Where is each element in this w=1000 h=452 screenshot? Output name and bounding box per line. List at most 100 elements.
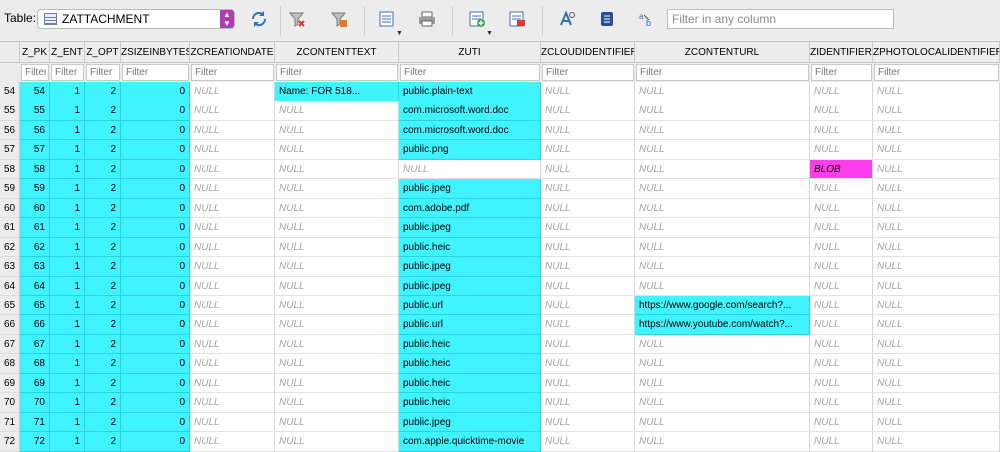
table-cell[interactable]: public.jpeg <box>399 179 541 199</box>
table-cell[interactable]: 56 <box>20 120 50 141</box>
table-cell[interactable]: NULL <box>810 393 873 413</box>
table-cell[interactable]: NULL <box>275 295 399 316</box>
table-cell[interactable]: NULL <box>275 393 399 413</box>
table-row[interactable]: 66 66 1 2 0 NULL NULL public.url NULL https://www… <box>0 315 1000 335</box>
table-cell[interactable]: public.jpeg <box>399 276 541 296</box>
row-number[interactable]: 54 <box>0 82 20 102</box>
column-filter-input[interactable] <box>874 64 999 81</box>
table-cell[interactable]: NULL <box>190 179 275 199</box>
row-number[interactable]: 68 <box>0 354 20 374</box>
table-cell[interactable]: 58 <box>20 159 50 180</box>
table-cell[interactable]: NULL <box>275 218 399 238</box>
table-cell[interactable]: NULL <box>635 140 810 160</box>
table-cell[interactable]: NULL <box>275 257 399 277</box>
table-row[interactable]: 61 61 1 2 0 NULL NULL public.jpeg NULL NULL NULL NU… <box>0 218 1000 238</box>
table-cell[interactable]: NULL <box>190 257 275 277</box>
table-cell[interactable]: 59 <box>20 179 50 199</box>
column-filter-input[interactable] <box>51 64 84 81</box>
table-cell[interactable]: NULL <box>541 179 635 199</box>
table-cell[interactable]: NULL <box>635 218 810 238</box>
table-cell[interactable]: NULL <box>190 237 275 258</box>
table-cell[interactable]: com.adobe.pdf <box>399 198 541 219</box>
column-header-z-ent[interactable]: Z_ENT <box>50 42 85 63</box>
table-cell[interactable]: NULL <box>635 276 810 296</box>
table-cell[interactable]: NULL <box>190 334 275 355</box>
table-cell[interactable]: NULL <box>635 101 810 121</box>
column-header-zcontenturl[interactable]: ZCONTENTURL <box>635 42 810 63</box>
column-header-zsizeinbytes[interactable]: ZSIZEINBYTES <box>121 42 190 63</box>
row-number[interactable]: 57 <box>0 140 20 160</box>
table-cell[interactable]: NULL <box>873 276 1000 296</box>
insert-record-icon[interactable] <box>464 8 490 30</box>
table-cell[interactable]: NULL <box>190 120 275 141</box>
column-filter-input[interactable] <box>636 64 809 81</box>
table-cell[interactable]: 2 <box>85 120 121 141</box>
table-cell[interactable]: NULL <box>810 198 873 219</box>
table-cell[interactable]: 60 <box>20 198 50 219</box>
table-cell[interactable]: NULL <box>635 120 810 141</box>
table-cell[interactable]: public.jpeg <box>399 257 541 277</box>
table-cell[interactable]: NULL <box>541 393 635 413</box>
table-cell[interactable]: NULL <box>873 218 1000 238</box>
table-cell[interactable]: public.jpeg <box>399 412 541 433</box>
table-cell[interactable]: NULL <box>190 276 275 296</box>
table-cell[interactable]: NULL <box>635 198 810 219</box>
table-cell[interactable]: NULL <box>275 354 399 374</box>
table-cell[interactable]: NULL <box>810 179 873 199</box>
table-row[interactable]: 57 57 1 2 0 NULL NULL public.png NULL NULL NULL NUL… <box>0 140 1000 160</box>
table-cell[interactable]: 2 <box>85 257 121 277</box>
table-cell[interactable]: NULL <box>275 276 399 296</box>
table-cell[interactable]: NULL <box>873 432 1000 452</box>
table-cell[interactable]: 0 <box>121 412 190 433</box>
table-cell[interactable]: 1 <box>50 82 85 102</box>
table-row[interactable]: 71 71 1 2 0 NULL NULL public.jpeg NULL NULL NULL NU… <box>0 412 1000 433</box>
table-cell[interactable]: 1 <box>50 237 85 258</box>
table-cell[interactable]: 0 <box>121 432 190 452</box>
table-cell[interactable]: NULL <box>275 120 399 141</box>
column-filter-input[interactable] <box>191 64 274 81</box>
table-cell[interactable]: 0 <box>121 315 190 335</box>
table-cell[interactable]: NULL <box>810 432 873 452</box>
table-cell[interactable]: NULL <box>635 412 810 433</box>
table-cell[interactable]: 0 <box>121 198 190 219</box>
table-cell[interactable]: NULL <box>541 198 635 219</box>
table-cell[interactable]: 0 <box>121 334 190 355</box>
table-cell[interactable]: public.url <box>399 295 541 316</box>
table-cell[interactable]: NULL <box>635 373 810 394</box>
global-filter-input[interactable] <box>667 9 894 29</box>
table-cell[interactable]: NULL <box>873 82 1000 102</box>
table-cell[interactable]: 0 <box>121 354 190 374</box>
table-cell[interactable]: 1 <box>50 393 85 413</box>
column-filter-input[interactable] <box>21 64 49 81</box>
table-cell[interactable]: public.url <box>399 315 541 335</box>
table-cell[interactable]: 64 <box>20 276 50 296</box>
table-cell[interactable]: https://www.youtube.com/watch?... <box>635 315 810 335</box>
table-cell[interactable]: NULL <box>635 257 810 277</box>
table-cell[interactable]: NULL <box>873 295 1000 316</box>
table-cell[interactable]: 2 <box>85 412 121 433</box>
delete-record-icon[interactable] <box>504 8 530 30</box>
table-cell[interactable]: NULL <box>275 334 399 355</box>
table-cell[interactable]: public.heic <box>399 237 541 258</box>
table-cell[interactable]: 0 <box>121 82 190 102</box>
table-cell[interactable]: 72 <box>20 432 50 452</box>
column-filter-input[interactable] <box>122 64 189 81</box>
table-cell[interactable]: 2 <box>85 295 121 316</box>
table-cell[interactable]: NULL <box>541 276 635 296</box>
table-cell[interactable]: NULL <box>635 82 810 102</box>
column-header-zphotolocalidentifier[interactable]: ZPHOTOLOCALIDENTIFIER <box>873 42 1000 63</box>
table-cell[interactable]: NULL <box>275 101 399 121</box>
table-cell[interactable]: NULL <box>190 140 275 160</box>
table-cell[interactable]: NULL <box>541 120 635 141</box>
table-cell[interactable]: 1 <box>50 140 85 160</box>
table-row[interactable]: 59 59 1 2 0 NULL NULL public.jpeg NULL NULL NULL NU… <box>0 179 1000 199</box>
table-cell[interactable]: 0 <box>121 373 190 394</box>
table-cell[interactable]: NULL <box>810 237 873 258</box>
table-row[interactable]: 56 56 1 2 0 NULL NULL com.microsoft.word.doc NUL… <box>0 120 1000 141</box>
row-number[interactable]: 63 <box>0 257 20 277</box>
table-cell[interactable]: NULL <box>541 373 635 394</box>
clear-filters-icon[interactable] <box>284 8 310 30</box>
table-cell[interactable]: NULL <box>541 334 635 355</box>
table-cell[interactable]: NULL <box>541 82 635 102</box>
column-filter-input[interactable] <box>400 64 540 81</box>
